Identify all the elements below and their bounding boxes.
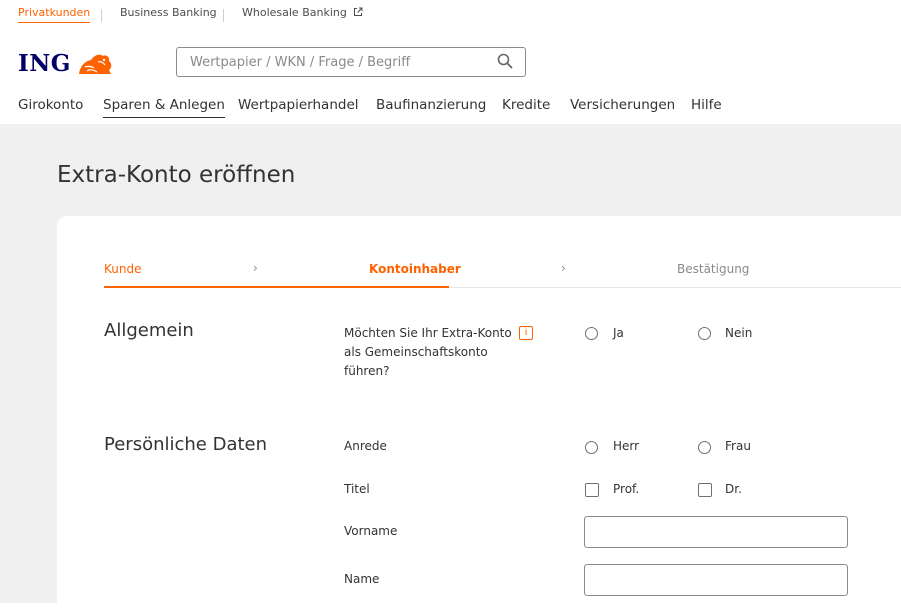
form-card: [57, 216, 901, 616]
stepper-progress: [104, 286, 449, 288]
section-title-persoenliche-daten: Persönliche Daten: [104, 434, 268, 455]
nav-item-kredite[interactable]: Kredite: [502, 97, 550, 113]
segment-divider: [223, 9, 224, 22]
radio-frau-label[interactable]: Frau: [725, 439, 751, 453]
chevron-right-icon: ›: [561, 261, 566, 275]
step-bestaetigung: Bestätigung: [677, 262, 750, 276]
segment-tab-label: Wholesale Banking: [242, 6, 347, 19]
lion-icon: [79, 54, 112, 74]
search-box: [176, 47, 526, 77]
salutation-label: Anrede: [344, 439, 387, 453]
step-kontoinhaber: Kontoinhaber: [369, 262, 461, 276]
nav-item-label: Hilfe: [691, 97, 722, 113]
nav-item-baufinanzierung[interactable]: Baufinanzierung: [376, 97, 486, 113]
titel-label: Titel: [344, 482, 370, 496]
segment-tab-privatkunden[interactable]: Privatkunden: [18, 6, 91, 23]
checkbox-prof[interactable]: [585, 483, 599, 497]
label-line: Möchten Sie Ihr Extra-Konto: [344, 326, 512, 340]
checkbox-dr-label[interactable]: Dr.: [725, 482, 742, 496]
first-name-input[interactable]: [584, 516, 848, 548]
nav-item-girokonto[interactable]: Girokonto: [18, 97, 83, 113]
radio-herr-label[interactable]: Herr: [613, 439, 639, 453]
section-title-allgemein: Allgemein: [104, 320, 194, 341]
segment-tab-label: Privatkunden: [18, 6, 91, 19]
segment-tab-business-banking[interactable]: Business Banking: [120, 6, 217, 19]
segment-divider: [101, 9, 102, 22]
radio-herr[interactable]: [585, 441, 598, 454]
nav-item-label: Baufinanzierung: [376, 97, 487, 113]
first-name-label: Vorname: [344, 524, 398, 538]
segment-tab-wholesale-banking[interactable]: Wholesale Banking: [242, 6, 363, 19]
search-icon[interactable]: [497, 53, 513, 69]
nav-item-label: Versicherungen: [570, 97, 676, 113]
chevron-right-icon: ›: [253, 261, 258, 275]
checkbox-prof-label[interactable]: Prof.: [613, 482, 639, 496]
checkbox-dr[interactable]: [698, 483, 712, 497]
last-name-input[interactable]: [584, 564, 848, 596]
search-input[interactable]: [190, 53, 480, 71]
radio-ja[interactable]: [585, 327, 598, 340]
nav-item-sparen-anlegen[interactable]: Sparen & Anlegen: [103, 97, 225, 118]
radio-nein[interactable]: [698, 327, 711, 340]
step-kunde[interactable]: Kunde: [104, 262, 141, 276]
radio-nein-label[interactable]: Nein: [725, 326, 752, 340]
logo-text: ING: [18, 50, 71, 77]
radio-frau[interactable]: [698, 441, 711, 454]
nav-item-label: Kredite: [502, 97, 551, 113]
nav-item-versicherungen[interactable]: Versicherungen: [570, 97, 675, 113]
label-line: führen?: [344, 364, 390, 378]
nav-item-label: Wertpapierhandel: [238, 97, 359, 113]
info-icon[interactable]: i: [519, 326, 533, 340]
label-line: als Gemeinschaftskonto: [344, 345, 488, 359]
nav-item-hilfe[interactable]: Hilfe: [691, 97, 722, 113]
active-nav-underline: [103, 117, 225, 118]
joint-account-question-label: Möchten Sie Ihr Extra-Konto als Gemeinsc…: [344, 324, 514, 381]
nav-item-label: Girokonto: [18, 97, 84, 113]
radio-ja-label[interactable]: Ja: [613, 326, 624, 340]
nav-item-wertpapierhandel[interactable]: Wertpapierhandel: [238, 97, 359, 113]
external-link-icon: [354, 7, 363, 16]
last-name-label: Name: [344, 572, 380, 586]
page-title: Extra-Konto eröffnen: [57, 162, 296, 188]
active-tab-underline: [18, 22, 91, 23]
segment-tab-label: Business Banking: [120, 6, 217, 19]
nav-item-label: Sparen & Anlegen: [103, 97, 225, 113]
